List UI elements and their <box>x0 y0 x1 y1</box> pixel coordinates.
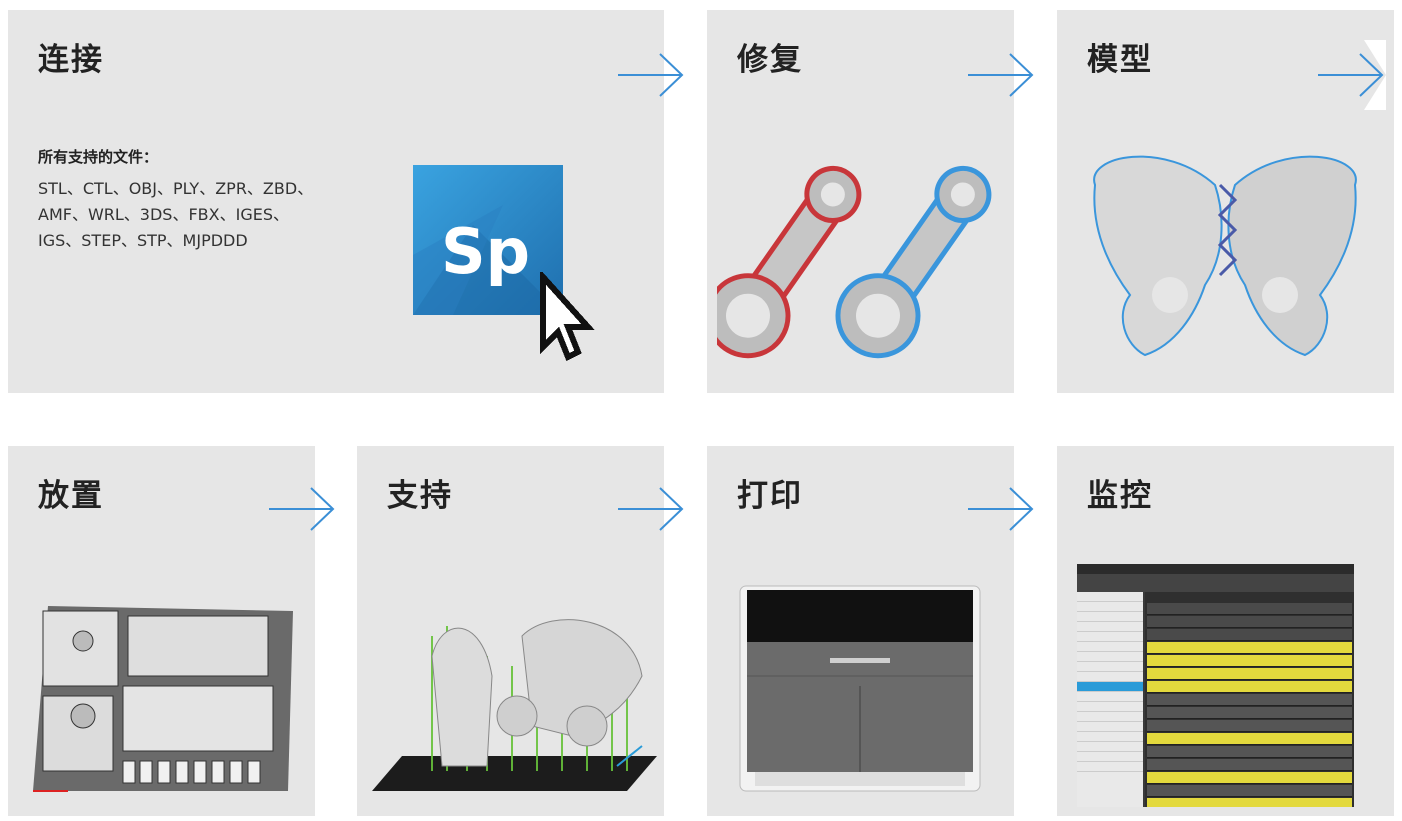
arrow-right-icon <box>1318 40 1386 110</box>
build-tray-image <box>33 606 293 792</box>
arrow-right-icon <box>618 40 686 110</box>
step-title-model: 模型 <box>1087 42 1153 78</box>
printer-list-item <box>1077 742 1143 752</box>
formats-list: STL、CTL、OBJ、PLY、ZPR、ZBD、 AMF、WRL、3DS、FBX… <box>38 176 358 254</box>
queue-row <box>1147 681 1352 693</box>
step-title-connect: 连接 <box>38 42 104 78</box>
queue-panel <box>1145 592 1354 807</box>
queue-row <box>1147 759 1352 771</box>
queue-toolbar <box>1077 574 1354 592</box>
printer-list-item <box>1077 692 1143 702</box>
printer-list <box>1077 592 1143 807</box>
queue-row <box>1147 746 1352 758</box>
arrow-right-icon <box>968 40 1036 110</box>
formats-heading: 所有支持的文件： <box>38 148 159 166</box>
printer-list-item <box>1077 722 1143 732</box>
queue-row <box>1147 707 1352 719</box>
queue-row <box>1147 603 1352 615</box>
formats-line-1: STL、CTL、OBJ、PLY、ZPR、ZBD、 <box>38 179 314 198</box>
arrow-right-icon <box>968 474 1036 544</box>
step-title-support: 支持 <box>387 478 453 514</box>
printer-list-item <box>1077 672 1143 682</box>
step-title-monitor: 监控 <box>1087 478 1153 514</box>
software-logo-text: Sp <box>441 215 530 288</box>
printer-list-item <box>1077 612 1143 622</box>
queue-row <box>1147 694 1352 706</box>
step-card-connect: 连接 所有支持的文件： STL、CTL、OBJ、PLY、ZPR、ZBD、 AMF… <box>8 10 664 393</box>
step-title-place: 放置 <box>38 478 104 514</box>
arrow-right-icon <box>618 474 686 544</box>
printer-list-item-selected <box>1077 682 1143 692</box>
queue-row <box>1147 798 1352 807</box>
queue-row <box>1147 668 1352 680</box>
formats-line-2: AMF、WRL、3DS、FBX、IGES、 <box>38 205 289 224</box>
queue-row <box>1147 772 1352 784</box>
queue-row <box>1147 733 1352 745</box>
step-card-monitor: 监控 <box>1057 446 1394 816</box>
printer-list-item <box>1077 732 1143 742</box>
queue-row <box>1147 642 1352 654</box>
printer-list-item <box>1077 752 1143 762</box>
queue-row <box>1147 655 1352 667</box>
cursor-icon <box>540 272 595 362</box>
queue-header <box>1145 592 1354 602</box>
pelvis-model-image <box>1093 155 1357 357</box>
printer-list-item <box>1077 622 1143 632</box>
queue-row <box>1147 629 1352 641</box>
printer-list-item <box>1077 652 1143 662</box>
printer-list-item <box>1077 632 1143 642</box>
printer-list-item <box>1077 662 1143 672</box>
printer-list-item <box>1077 602 1143 612</box>
printer-list-item <box>1077 642 1143 652</box>
printer-list-item <box>1077 762 1143 772</box>
step-title-print: 打印 <box>737 478 803 514</box>
printer-list-item <box>1077 592 1143 602</box>
printer-list-item <box>1077 712 1143 722</box>
queue-app-topbar <box>1077 564 1354 574</box>
formats-line-3: IGS、STEP、STP、MJPDDD <box>38 231 248 250</box>
step-title-repair: 修复 <box>737 42 803 78</box>
print-queue-screenshot <box>1077 564 1354 807</box>
queue-row <box>1147 720 1352 732</box>
arrow-right-icon <box>269 474 337 544</box>
support-structure-image <box>372 619 657 791</box>
queue-row <box>1147 616 1352 628</box>
connecting-rod-image <box>717 165 992 359</box>
printer-list-item <box>1077 702 1143 712</box>
3d-printer-image <box>739 585 981 792</box>
queue-row <box>1147 785 1352 797</box>
